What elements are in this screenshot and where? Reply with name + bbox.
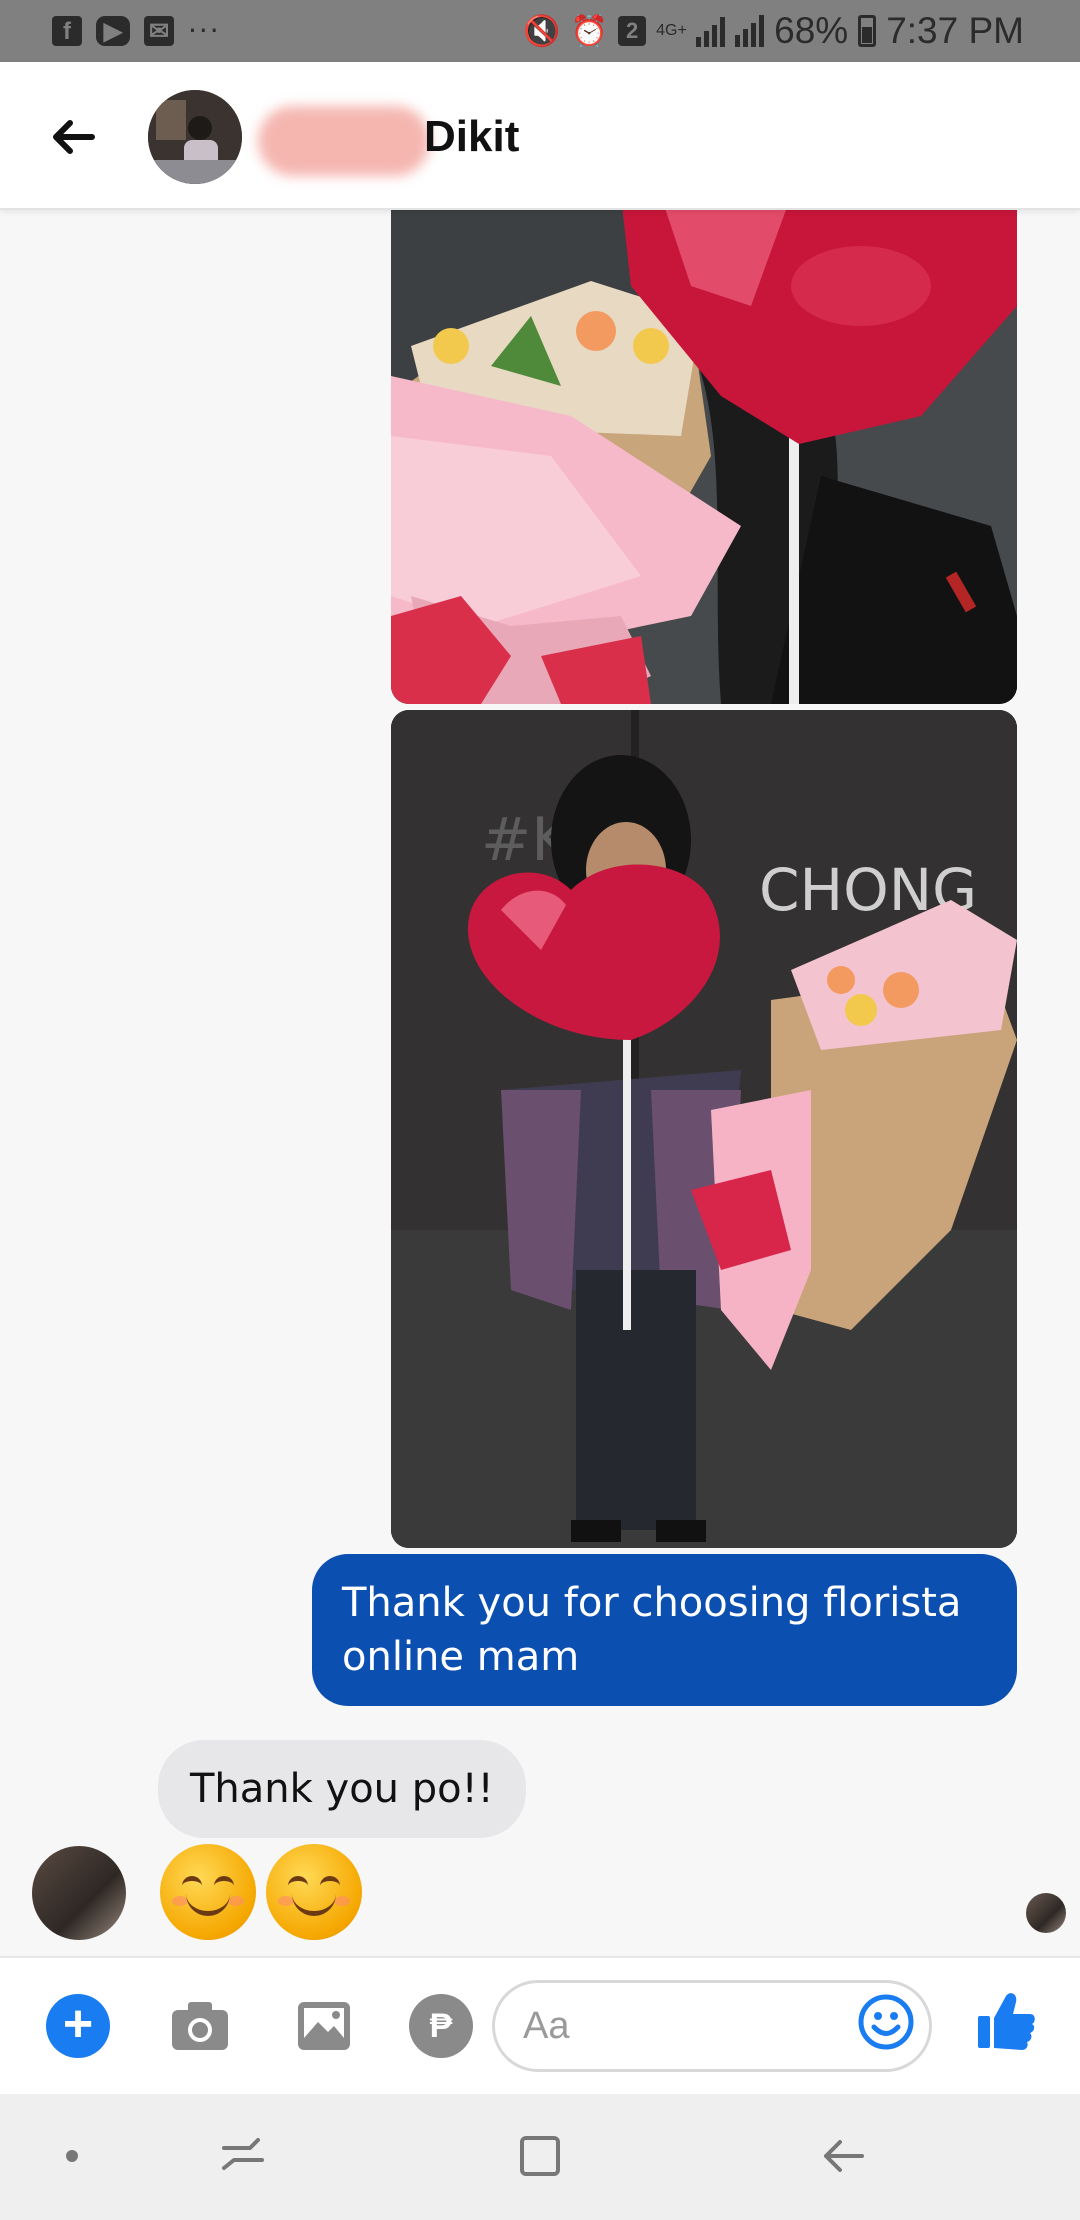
seen-receipt-avatar	[1026, 1893, 1066, 1933]
message-composer: + ₱ Aa	[0, 1956, 1080, 2094]
signal-icon-2	[735, 15, 765, 47]
thumbs-up-icon[interactable]	[976, 1988, 1036, 2052]
more-notifications-icon: ···	[188, 14, 221, 47]
battery-icon	[858, 15, 877, 47]
system-nav-bar	[0, 2094, 1080, 2220]
redacted-name-blur	[258, 106, 430, 176]
emoji-picker-icon[interactable]	[858, 1994, 914, 2050]
back-arrow-icon[interactable]	[48, 112, 98, 162]
network-label: 4G+	[656, 22, 687, 39]
gallery-icon[interactable]	[292, 1994, 356, 2058]
nav-dot-icon[interactable]	[40, 2124, 104, 2188]
home-icon[interactable]	[508, 2124, 572, 2188]
facebook-icon: f	[52, 16, 82, 46]
conversation-header: Dikit	[0, 62, 1080, 210]
recent-apps-icon[interactable]	[210, 2124, 274, 2188]
clock: 7:37 PM	[886, 10, 1024, 51]
plus-icon[interactable]: +	[46, 1994, 110, 2058]
outgoing-message-bubble[interactable]: Thank you for choosing florista online m…	[312, 1554, 1017, 1706]
camera-icon[interactable]	[168, 1994, 232, 2058]
battery-percent: 68%	[774, 10, 849, 51]
sender-avatar[interactable]	[32, 1846, 126, 1940]
photo-message-bouquet[interactable]	[391, 196, 1017, 704]
status-left-icons: f ▶ ✉ ···	[52, 16, 221, 46]
signal-icon	[696, 15, 726, 47]
back-nav-icon[interactable]	[812, 2124, 876, 2188]
youtube-icon: ▶	[96, 16, 130, 46]
contact-avatar[interactable]	[148, 90, 242, 184]
photo-message-woman-with-bouquet[interactable]: CHONG #KT	[391, 710, 1017, 1548]
incoming-message-bubble[interactable]: Thank you po!!	[158, 1740, 526, 1838]
mail-icon: ✉	[144, 16, 174, 46]
notification-badge: 2	[618, 16, 647, 46]
alarm-icon: ⏰	[570, 14, 609, 48]
contact-name[interactable]: Dikit	[424, 112, 519, 162]
status-right-icons: 🔇 ⏰ 2 4G+ 68% 7:37 PM	[523, 10, 1024, 52]
smiling-face-emoji-icon	[160, 1844, 256, 1940]
incoming-emoji-message[interactable]	[160, 1844, 362, 1940]
peso-payment-icon[interactable]: ₱	[409, 1994, 473, 2058]
status-bar: f ▶ ✉ ··· 🔇 ⏰ 2 4G+ 68% 7:37 PM	[0, 0, 1080, 62]
mute-icon: 🔇	[523, 14, 561, 48]
smiling-face-emoji-icon	[266, 1844, 362, 1940]
